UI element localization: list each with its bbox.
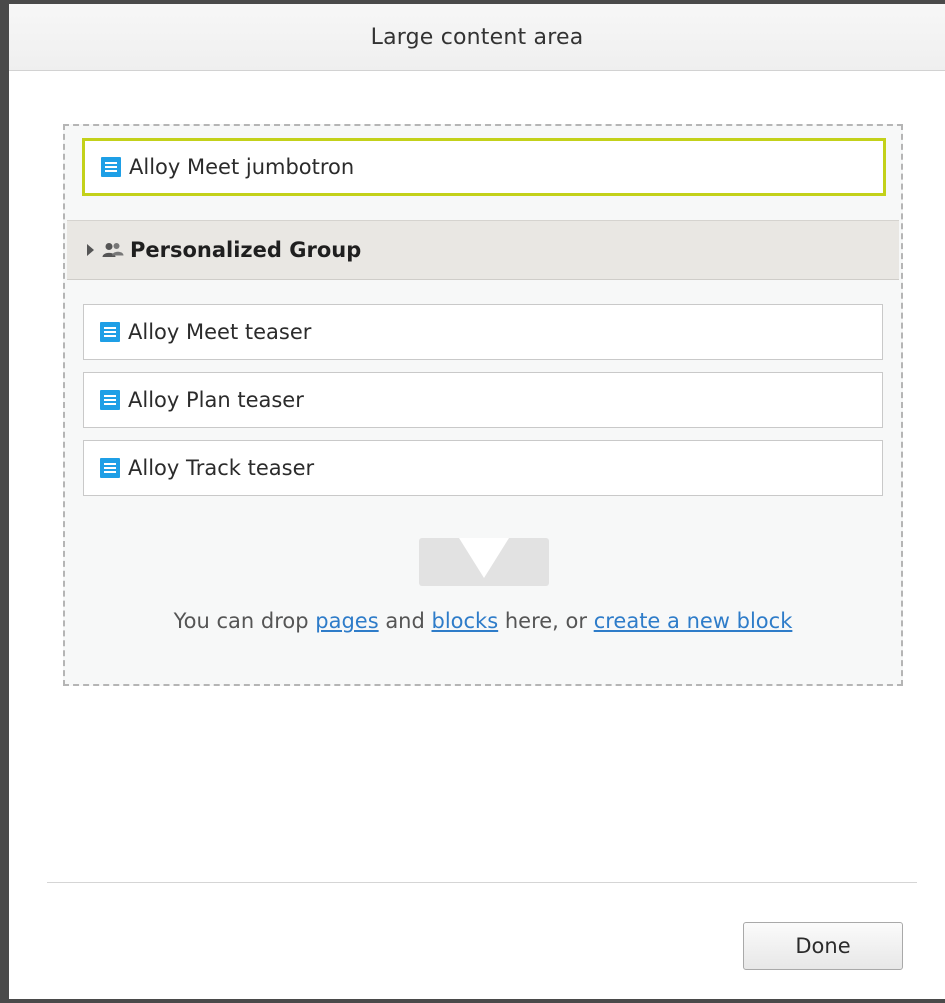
- dialog-title: Large content area: [370, 24, 584, 50]
- users-icon: [102, 242, 124, 258]
- personalized-group-header[interactable]: Personalized Group: [67, 220, 899, 280]
- content-item-track-teaser[interactable]: Alloy Track teaser: [83, 440, 883, 496]
- blocks-link[interactable]: blocks: [432, 609, 499, 633]
- dropzone-text-part: and: [378, 609, 432, 633]
- dropzone-text: You can drop pages and blocks here, or c…: [65, 608, 901, 634]
- content-item-meet-teaser[interactable]: Alloy Meet teaser: [83, 304, 883, 360]
- block-icon: [101, 157, 121, 177]
- content-item-label: Alloy Meet teaser: [128, 320, 312, 344]
- create-new-block-link[interactable]: create a new block: [594, 609, 793, 633]
- block-icon: [100, 458, 120, 478]
- content-item-label: Alloy Meet jumbotron: [129, 155, 355, 179]
- block-icon: [100, 390, 120, 410]
- content-area[interactable]: Alloy Meet jumbotron Personalized Group …: [63, 124, 903, 686]
- done-button[interactable]: Done: [743, 922, 903, 970]
- group-label: Personalized Group: [130, 238, 362, 262]
- content-item-label: Alloy Track teaser: [128, 456, 315, 480]
- content-item-jumbotron[interactable]: Alloy Meet jumbotron: [82, 138, 886, 196]
- dialog-titlebar: Large content area: [9, 4, 945, 71]
- drop-arrow-icon: [419, 538, 549, 590]
- dropzone-text-part: here, or: [498, 609, 594, 633]
- content-item-plan-teaser[interactable]: Alloy Plan teaser: [83, 372, 883, 428]
- dialog: Large content area Alloy Meet jumbotron …: [0, 0, 945, 1003]
- caret-right-icon[interactable]: [87, 244, 94, 256]
- footer-divider: [47, 882, 917, 883]
- dropzone-text-part: You can drop: [173, 609, 316, 633]
- block-icon: [100, 322, 120, 342]
- pages-link[interactable]: pages: [315, 609, 378, 633]
- content-item-label: Alloy Plan teaser: [128, 388, 304, 412]
- dropzone[interactable]: You can drop pages and blocks here, or c…: [65, 538, 901, 678]
